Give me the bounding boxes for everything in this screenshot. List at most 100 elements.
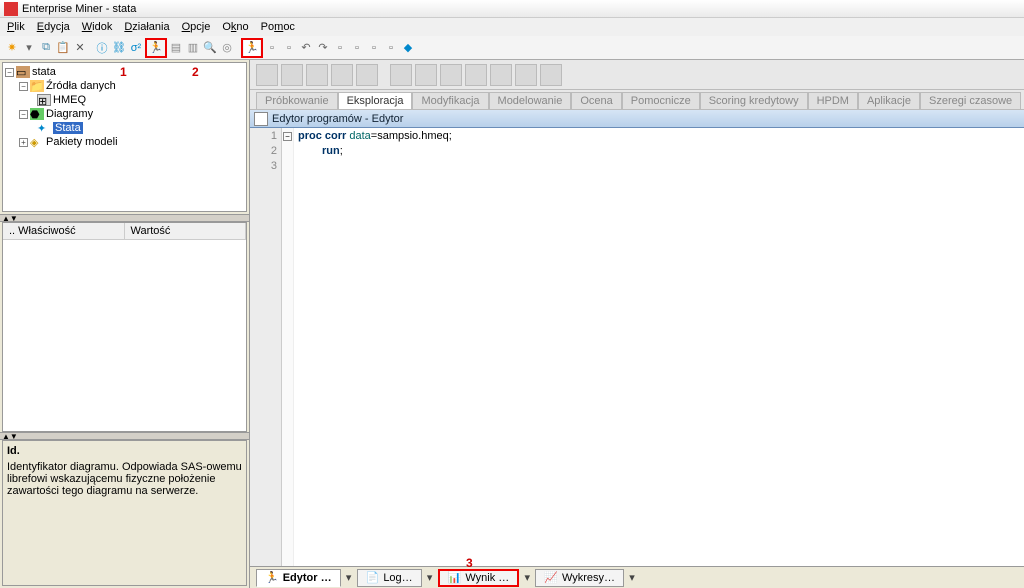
menubar: PPliklik Edycja Widok Działania Opcje Ok…: [0, 18, 1024, 36]
target-icon[interactable]: ◎: [219, 40, 235, 56]
menu-actions[interactable]: Działania: [119, 20, 174, 34]
node-btn-11[interactable]: [515, 64, 537, 86]
tree-stata-label: Stata: [53, 122, 83, 134]
code-line-3: [298, 159, 1020, 174]
project-tree[interactable]: − ▭ stata − 📁 Źródła danych ⊞ HMEQ − ⬣ D…: [2, 62, 247, 212]
left-panel: − ▭ stata − 📁 Źródła danych ⊞ HMEQ − ⬣ D…: [0, 60, 250, 588]
node-tabs: Próbkowanie Eksploracja Modyfikacja Mode…: [250, 90, 1024, 110]
doc2-icon[interactable]: ▥: [185, 40, 201, 56]
models-icon: ◈: [30, 136, 44, 148]
dropdown-icon[interactable]: ▾: [343, 571, 355, 584]
dropdown-icon[interactable]: ▾: [424, 571, 436, 584]
btab-editor[interactable]: 🏃 Edytor …: [256, 569, 341, 587]
tab-hpdm[interactable]: HPDM: [808, 92, 858, 109]
node-btn-10[interactable]: [490, 64, 512, 86]
zoom-icon[interactable]: 🔍: [202, 40, 218, 56]
node-btn-2[interactable]: [281, 64, 303, 86]
menu-options[interactable]: Opcje: [177, 20, 216, 34]
node-btn-5[interactable]: [356, 64, 378, 86]
window-title: Enterprise Miner - stata: [22, 3, 136, 15]
tree-sources[interactable]: − 📁 Źródła danych: [5, 79, 244, 93]
expand-icon[interactable]: +: [19, 138, 28, 147]
gray1-icon[interactable]: ▫: [264, 40, 280, 56]
menu-window[interactable]: Okno: [217, 20, 253, 34]
node-btn-3[interactable]: [306, 64, 328, 86]
btab-output[interactable]: 📊 Wynik …: [438, 569, 520, 587]
menu-help[interactable]: Pomoc: [256, 20, 300, 34]
main-split: − ▭ stata − 📁 Źródła danych ⊞ HMEQ − ⬣ D…: [0, 60, 1024, 588]
node-toolbar: [250, 60, 1024, 90]
highlight-2: 🏃: [241, 38, 263, 58]
chain-icon[interactable]: ⛓: [111, 40, 127, 56]
annotation-3: 3: [466, 556, 473, 570]
datasource-icon: ⊞: [37, 94, 51, 106]
node-btn-6[interactable]: [390, 64, 412, 86]
var-icon[interactable]: σ²: [128, 40, 144, 56]
dropdown-icon[interactable]: ▾: [21, 40, 37, 56]
node-btn-7[interactable]: [415, 64, 437, 86]
collapse-icon[interactable]: −: [5, 68, 14, 77]
line-gutter: 1 2 3: [250, 128, 282, 566]
menu-edit[interactable]: Edycja: [32, 20, 75, 34]
btab-editor-label: Edytor …: [283, 572, 332, 584]
menu-view[interactable]: Widok: [77, 20, 118, 34]
gray4-icon[interactable]: ▫: [349, 40, 365, 56]
info-icon[interactable]: ⓘ: [94, 40, 110, 56]
btab-charts[interactable]: 📈 Wykresy…: [535, 569, 624, 587]
delete-icon[interactable]: ✕: [72, 40, 88, 56]
tab-timeseries[interactable]: Szeregi czasowe: [920, 92, 1021, 109]
tree-models[interactable]: + ◈ Pakiety modeli: [5, 135, 244, 149]
gray3-icon[interactable]: ▫: [332, 40, 348, 56]
node-btn-12[interactable]: [540, 64, 562, 86]
dropdown-icon[interactable]: ▾: [626, 571, 638, 584]
node-btn-8[interactable]: [440, 64, 462, 86]
code-content[interactable]: proc corr data=sampsio.hmeq; run;: [294, 128, 1024, 566]
tab-utility[interactable]: Pomocnicze: [622, 92, 700, 109]
run-person-icon[interactable]: 🏃: [148, 40, 164, 56]
fold-icon[interactable]: −: [283, 132, 292, 141]
doc-icon[interactable]: ▤: [168, 40, 184, 56]
tree-models-label: Pakiety modeli: [46, 136, 118, 148]
run-person2-icon[interactable]: 🏃: [244, 40, 260, 56]
code-line-2: run;: [298, 144, 1020, 159]
redo-icon[interactable]: ↷: [315, 40, 331, 56]
splitter-1[interactable]: ▲▼: [0, 214, 249, 222]
collapse-icon[interactable]: −: [19, 82, 28, 91]
paste-icon[interactable]: 📋: [55, 40, 71, 56]
undo-icon[interactable]: ↶: [298, 40, 314, 56]
dropdown-icon[interactable]: ▾: [521, 571, 533, 584]
splitter-2[interactable]: ▲▼: [0, 432, 249, 440]
tab-credit[interactable]: Scoring kredytowy: [700, 92, 808, 109]
help-icon[interactable]: ◆: [400, 40, 416, 56]
gray5-icon[interactable]: ▫: [366, 40, 382, 56]
tab-assess[interactable]: Ocena: [571, 92, 621, 109]
menu-file[interactable]: PPliklik: [2, 20, 30, 34]
tab-sampling[interactable]: Próbkowanie: [256, 92, 338, 109]
diagram-icon: ✦: [37, 122, 51, 134]
btab-log-label: Log…: [383, 572, 412, 584]
tab-model[interactable]: Modelowanie: [489, 92, 572, 109]
node-btn-1[interactable]: [256, 64, 278, 86]
new-icon[interactable]: ✷: [4, 40, 20, 56]
line-number: 2: [250, 144, 277, 159]
node-btn-9[interactable]: [465, 64, 487, 86]
gray2-icon[interactable]: ▫: [281, 40, 297, 56]
properties-pane: .. Właściwość Wartość: [2, 222, 247, 432]
gray6-icon[interactable]: ▫: [383, 40, 399, 56]
editor-header: Edytor programów - Edytor: [250, 110, 1024, 128]
tab-modify[interactable]: Modyfikacja: [412, 92, 488, 109]
node-btn-4[interactable]: [331, 64, 353, 86]
tree-diagram-stata[interactable]: ✦ Stata: [5, 121, 244, 135]
tab-apps[interactable]: Aplikacje: [858, 92, 920, 109]
btab-output-label: Wynik …: [465, 572, 509, 584]
collapse-icon[interactable]: −: [19, 110, 28, 119]
chart-icon: 📈: [544, 571, 558, 584]
desc-title: Id.: [7, 445, 242, 457]
tree-source-hmeq[interactable]: ⊞ HMEQ: [5, 93, 244, 107]
code-editor[interactable]: 1 2 3 − proc corr data=sampsio.hmeq; run…: [250, 128, 1024, 566]
tree-diagrams[interactable]: − ⬣ Diagramy: [5, 107, 244, 121]
tab-explore[interactable]: Eksploracja: [338, 92, 413, 109]
editor-title: Edytor programów - Edytor: [272, 113, 403, 125]
btab-log[interactable]: 📄 Log…: [357, 569, 422, 587]
copy-icon[interactable]: ⧉: [38, 40, 54, 56]
